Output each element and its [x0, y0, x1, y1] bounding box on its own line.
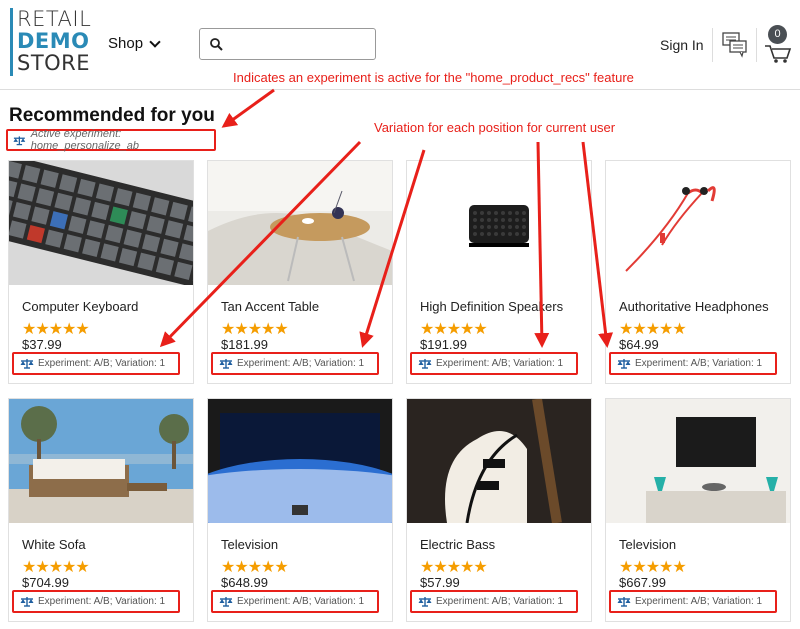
experiment-variation-label: Experiment: A/B; Variation: 1 — [635, 358, 763, 369]
product-card[interactable]: Computer Keyboard ★★★★★ $37.99 Experimen… — [8, 160, 194, 384]
product-price: $667.99 — [619, 575, 666, 590]
product-name[interactable]: Computer Keyboard — [22, 299, 138, 314]
experiment-variation-label: Experiment: A/B; Variation: 1 — [38, 358, 166, 369]
scale-icon — [13, 135, 26, 145]
experiment-variation-badge: Experiment: A/B; Variation: 1 — [609, 352, 777, 375]
product-name[interactable]: Electric Bass — [420, 537, 495, 552]
product-rating-stars: ★★★★★ — [619, 321, 687, 338]
sign-in-link[interactable]: Sign In — [660, 37, 704, 53]
active-experiment-label: Active experiment: home_personalize_ab — [30, 128, 139, 152]
scale-icon — [418, 597, 432, 607]
header-divider-line — [0, 89, 800, 90]
logo-line-3: STORE — [17, 51, 91, 75]
product-rating-stars: ★★★★★ — [619, 559, 687, 576]
scale-icon — [617, 597, 631, 607]
logo-line-2: DEMO — [17, 29, 90, 53]
experiment-variation-badge: Experiment: A/B; Variation: 1 — [410, 590, 578, 613]
product-price: $181.99 — [221, 337, 268, 352]
annotation-variation: Variation for each position for current … — [374, 120, 616, 135]
experiment-variation-label: Experiment: A/B; Variation: 1 — [237, 596, 365, 607]
chevron-down-icon — [149, 35, 161, 48]
product-name[interactable]: Authoritative Headphones — [619, 299, 769, 314]
product-rating-stars: ★★★★★ — [22, 321, 90, 338]
product-image[interactable] — [606, 161, 790, 285]
experiment-variation-label: Experiment: A/B; Variation: 1 — [38, 596, 166, 607]
logo-line-1: RETAIL — [17, 7, 92, 31]
experiment-variation-badge: Experiment: A/B; Variation: 1 — [211, 590, 379, 613]
experiment-variation-label: Experiment: A/B; Variation: 1 — [436, 358, 564, 369]
search-input[interactable] — [230, 29, 370, 59]
product-image[interactable] — [208, 399, 392, 523]
product-name[interactable]: Television — [619, 537, 676, 552]
cart-count-badge: 0 — [768, 25, 787, 44]
header-divider — [712, 28, 713, 62]
product-card[interactable]: Television ★★★★★ $648.99 Experiment: A/B… — [207, 398, 393, 622]
experiment-variation-label: Experiment: A/B; Variation: 1 — [635, 596, 763, 607]
product-name[interactable]: Television — [221, 537, 278, 552]
product-price: $37.99 — [22, 337, 62, 352]
product-image[interactable] — [9, 399, 193, 523]
scale-icon — [219, 597, 233, 607]
product-card[interactable]: High Definition Speakers ★★★★★ $191.99 E… — [406, 160, 592, 384]
product-card[interactable]: Television ★★★★★ $667.99 Experiment: A/B… — [605, 398, 791, 622]
product-rating-stars: ★★★★★ — [221, 321, 289, 338]
scale-icon — [20, 359, 34, 369]
product-card[interactable]: Authoritative Headphones ★★★★★ $64.99 Ex… — [605, 160, 791, 384]
section-title: Recommended for you — [9, 105, 215, 126]
product-name[interactable]: White Sofa — [22, 537, 86, 552]
chat-icon[interactable] — [722, 32, 748, 58]
product-card[interactable]: Electric Bass ★★★★★ $57.99 Experiment: A… — [406, 398, 592, 622]
search-box[interactable] — [199, 28, 376, 60]
product-rating-stars: ★★★★★ — [420, 321, 488, 338]
experiment-variation-badge: Experiment: A/B; Variation: 1 — [12, 352, 180, 375]
product-image[interactable] — [208, 161, 392, 285]
shop-label: Shop — [108, 35, 144, 52]
active-experiment-badge: Active experiment: home_personalize_ab — [6, 128, 216, 152]
annotation-active-experiment: Indicates an experiment is active for th… — [233, 70, 634, 85]
product-rating-stars: ★★★★★ — [221, 559, 289, 576]
search-icon — [210, 38, 223, 51]
experiment-variation-badge: Experiment: A/B; Variation: 1 — [609, 590, 777, 613]
product-price: $704.99 — [22, 575, 69, 590]
product-price: $64.99 — [619, 337, 659, 352]
header-divider — [756, 28, 757, 62]
experiment-variation-badge: Experiment: A/B; Variation: 1 — [211, 352, 379, 375]
product-price: $648.99 — [221, 575, 268, 590]
product-price: $57.99 — [420, 575, 460, 590]
product-image[interactable] — [407, 399, 591, 523]
product-image[interactable] — [606, 399, 790, 523]
product-name[interactable]: High Definition Speakers — [420, 299, 563, 314]
product-card[interactable]: Tan Accent Table ★★★★★ $181.99 Experimen… — [207, 160, 393, 384]
scale-icon — [418, 359, 432, 369]
product-price: $191.99 — [420, 337, 467, 352]
experiment-variation-label: Experiment: A/B; Variation: 1 — [237, 358, 365, 369]
scale-icon — [617, 359, 631, 369]
product-card[interactable]: White Sofa ★★★★★ $704.99 Experiment: A/B… — [8, 398, 194, 622]
product-rating-stars: ★★★★★ — [22, 559, 90, 576]
product-name[interactable]: Tan Accent Table — [221, 299, 319, 314]
shop-menu-button[interactable]: Shop — [108, 35, 161, 52]
experiment-variation-label: Experiment: A/B; Variation: 1 — [436, 596, 564, 607]
product-image[interactable] — [407, 161, 591, 285]
product-image[interactable] — [9, 161, 193, 285]
experiment-variation-badge: Experiment: A/B; Variation: 1 — [410, 352, 578, 375]
scale-icon — [219, 359, 233, 369]
scale-icon — [20, 597, 34, 607]
store-logo[interactable]: RETAIL DEMO STORE — [10, 8, 91, 76]
experiment-variation-badge: Experiment: A/B; Variation: 1 — [12, 590, 180, 613]
product-rating-stars: ★★★★★ — [420, 559, 488, 576]
